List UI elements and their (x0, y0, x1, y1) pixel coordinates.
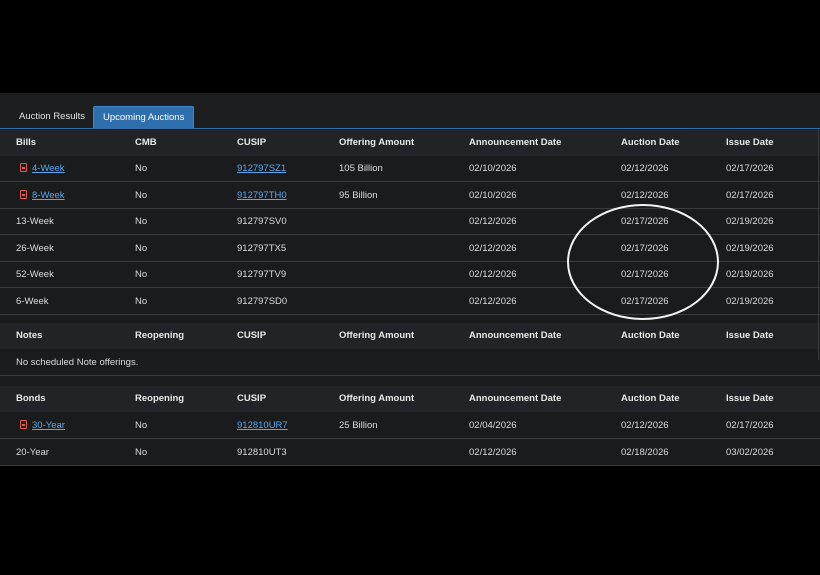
pdf-icon[interactable] (20, 420, 27, 429)
bonds-header-row: Bonds Reopening CUSIP Offering Amount Announ… (0, 386, 820, 412)
cell-cmb: No (135, 420, 148, 431)
column-header-cmb: Reopening (135, 393, 185, 404)
cell-offering: 95 Billion (339, 189, 378, 201)
column-header-term: Bills (16, 137, 37, 148)
cell-cmb: No (135, 242, 148, 254)
cell-term: 6-Week (16, 295, 49, 307)
cell-announcement: 02/10/2026 (469, 189, 517, 201)
tab-bar: Auction Results Upcoming Auctions (0, 93, 820, 129)
cell-announcement: 02/12/2026 (469, 269, 517, 280)
column-header-cmb: Reopening (135, 330, 185, 341)
column-header-cusip: CUSIP (237, 330, 267, 341)
cell-issue: 02/17/2026 (726, 189, 774, 201)
cell-term: 4-Week (20, 156, 65, 182)
table-border (818, 129, 819, 360)
cusip-link[interactable]: 912810UR7 (237, 420, 288, 431)
cell-auction: 02/18/2026 (621, 446, 669, 458)
cusip-link[interactable]: 912797SZ1 (237, 163, 286, 174)
column-header-issue: Issue Date (726, 137, 774, 148)
security-term-link[interactable]: 4-Week (32, 163, 65, 174)
cell-cusip: 912810UT3 (237, 446, 287, 458)
column-header-cusip: CUSIP (237, 393, 267, 404)
column-header-announcement: Announcement Date (469, 330, 562, 341)
cell-issue: 02/19/2026 (726, 216, 774, 227)
column-header-issue: Issue Date (726, 330, 774, 341)
cell-term: 30-Year (20, 413, 65, 439)
cell-announcement: 02/12/2026 (469, 446, 517, 458)
tab-underline (0, 128, 820, 129)
cell-cusip: 912797TV9 (237, 269, 287, 280)
cell-auction: 02/12/2026 (621, 163, 669, 174)
cell-cusip: 912797TX5 (237, 242, 287, 254)
cell-announcement: 02/04/2026 (469, 420, 517, 431)
security-term-link[interactable]: 30-Year (32, 420, 65, 431)
bills-header-row: Bills CMB CUSIP Offering Amount Announcement… (0, 130, 820, 156)
table-row: 20-Year No 912810UT3 02/12/2026 02/18/2026 03… (0, 439, 820, 466)
cell-issue: 03/02/2026 (726, 446, 774, 458)
column-header-offering: Offering Amount (339, 137, 415, 148)
cell-cmb: No (135, 446, 148, 458)
annotation-circle (567, 204, 719, 320)
cell-offering: 105 Billion (339, 163, 383, 174)
column-header-offering: Offering Amount (339, 330, 415, 341)
column-header-announcement: Announcement Date (469, 137, 562, 148)
cell-issue: 02/19/2026 (726, 269, 774, 280)
cusip-link[interactable]: 912797TH0 (237, 190, 287, 201)
cell-cusip: 912797SD0 (237, 295, 288, 307)
empty-message: No scheduled Note offerings. (16, 357, 139, 368)
cell-issue: 02/19/2026 (726, 242, 774, 254)
notes-header-row: Notes Reopening CUSIP Offering Amount Announ… (0, 323, 820, 349)
cell-term: 20-Year (16, 446, 49, 458)
cell-issue: 02/19/2026 (726, 295, 774, 307)
cell-term: 13-Week (16, 216, 54, 227)
cell-announcement: 02/12/2026 (469, 242, 517, 254)
security-term-link[interactable]: 8-Week (32, 190, 65, 201)
tab-upcoming-auctions[interactable]: Upcoming Auctions (93, 106, 195, 128)
column-header-announcement: Announcement Date (469, 393, 562, 404)
cell-announcement: 02/12/2026 (469, 295, 517, 307)
cell-cmb: No (135, 269, 148, 280)
pdf-icon[interactable] (20, 189, 27, 199)
column-header-cusip: CUSIP (237, 137, 267, 148)
cell-term: 52-Week (16, 269, 54, 280)
cell-offering: 25 Billion (339, 420, 378, 431)
cell-term: 26-Week (16, 242, 54, 254)
cell-issue: 02/17/2026 (726, 420, 774, 431)
column-header-auction: Auction Date (621, 330, 680, 341)
column-header-offering: Offering Amount (339, 393, 415, 404)
cell-cmb: No (135, 189, 148, 201)
cell-cmb: No (135, 295, 148, 307)
notes-empty-row: No scheduled Note offerings. (0, 350, 820, 376)
column-header-issue: Issue Date (726, 393, 774, 404)
section-gap (0, 377, 820, 386)
column-header-auction: Auction Date (621, 137, 680, 148)
cell-cusip: 912810UR7 (237, 413, 288, 439)
cell-auction: 02/12/2026 (621, 420, 669, 431)
cell-cmb: No (135, 216, 148, 227)
tab-auction-results[interactable]: Auction Results (10, 106, 94, 128)
column-header-cmb: CMB (135, 137, 157, 148)
cell-cusip: 912797TH0 (237, 183, 287, 209)
cell-cmb: No (135, 163, 148, 174)
column-header-term: Notes (16, 330, 43, 341)
column-header-auction: Auction Date (621, 393, 680, 404)
table-row: 8-Week No 912797TH0 95 Billion 02/10/2026 02/… (0, 182, 820, 209)
table-row: 30-Year No 912810UR7 25 Billion 02/04/2026 02… (0, 413, 820, 439)
cell-issue: 02/17/2026 (726, 163, 774, 174)
cell-term: 8-Week (20, 183, 65, 209)
column-header-term: Bonds (16, 393, 46, 404)
pdf-icon[interactable] (20, 163, 27, 172)
cell-announcement: 02/10/2026 (469, 163, 517, 174)
cell-cusip: 912797SV0 (237, 216, 287, 227)
cell-cusip: 912797SZ1 (237, 156, 286, 182)
table-row: 4-Week No 912797SZ1 105 Billion 02/10/2026 02… (0, 156, 820, 182)
cell-announcement: 02/12/2026 (469, 216, 517, 227)
